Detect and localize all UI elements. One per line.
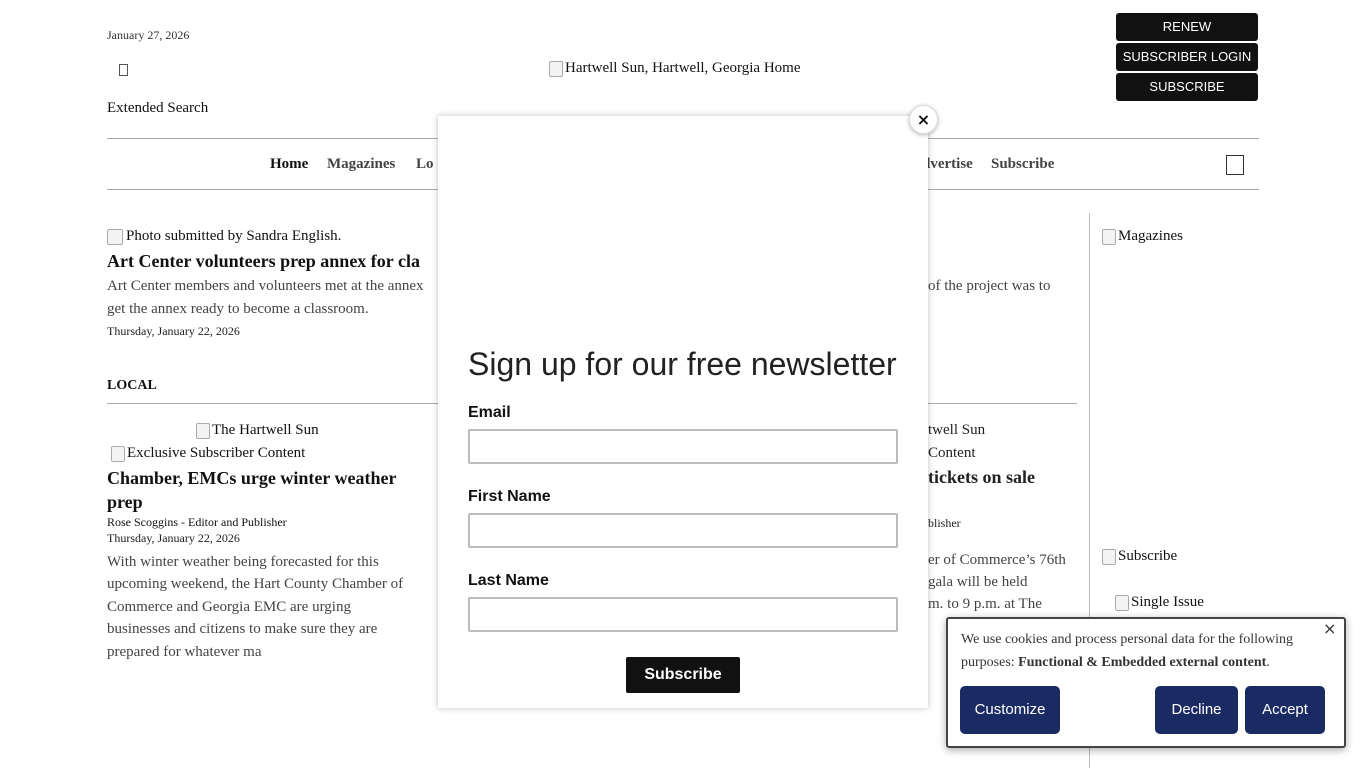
magazines-alt-text: Magazines — [1118, 228, 1183, 244]
featured-summary-line1: Art Center members and volunteers met at… — [107, 278, 424, 294]
article-image-alt: The Hartwell Sun — [212, 422, 319, 438]
section-label-local[interactable]: LOCAL — [107, 378, 157, 394]
menu-icon[interactable] — [119, 64, 128, 76]
article2-summary-line2: gala will be held — [928, 574, 1028, 590]
article-headline[interactable]: Chamber, EMCs urge winter weather prep — [107, 466, 397, 514]
logo-alt-text: Hartwell Sun, Hartwell, Georgia Home — [565, 60, 801, 76]
renew-button[interactable]: RENEW — [1116, 13, 1258, 41]
cookie-banner: We use cookies and process personal data… — [946, 617, 1346, 748]
close-icon[interactable]: × — [909, 105, 938, 134]
last-name-field[interactable] — [468, 597, 898, 632]
subscribe-button[interactable]: SUBSCRIBE — [1116, 73, 1258, 101]
featured-summary-line2: get the annex ready to become a classroo… — [107, 301, 369, 317]
article2-visible-fragment: twell Sun Content tickets on sale blishe… — [928, 418, 1078, 613]
newsletter-modal: Sign up for our free newsletter Email Fi… — [438, 116, 928, 708]
modal-title: Sign up for our free newsletter — [468, 346, 897, 382]
nav-advertise[interactable]: dvertise — [922, 156, 973, 173]
featured-headline[interactable]: Art Center volunteers prep annex for cla — [107, 251, 420, 272]
close-icon[interactable]: × — [1323, 619, 1336, 638]
featured-photo[interactable]: Photo submitted by Sandra English. — [107, 228, 341, 245]
subscriber-login-button[interactable]: SUBSCRIBER LOGIN — [1116, 43, 1258, 71]
sidebar-subscribe-image[interactable]: Subscribe — [1102, 548, 1177, 565]
broken-image-icon — [1102, 548, 1116, 565]
accept-button[interactable]: Accept — [1245, 686, 1325, 734]
cookie-text-suffix: . — [1266, 655, 1270, 670]
article2-headline[interactable]: tickets on sale — [928, 467, 1035, 488]
broken-image-icon — [107, 228, 123, 245]
broken-image-icon — [549, 60, 563, 77]
featured-date: Thursday, January 22, 2026 — [107, 324, 240, 338]
article2-image-alt[interactable]: twell Sun — [928, 422, 985, 439]
article2-badge-alt: Content — [928, 445, 976, 461]
decline-button[interactable]: Decline — [1155, 686, 1238, 734]
header-date: January 27, 2026 — [107, 28, 190, 42]
extended-search-link[interactable]: Extended Search — [107, 100, 208, 117]
badge-alt-text: Exclusive Subscriber Content — [127, 445, 306, 461]
broken-image-icon — [196, 422, 210, 439]
nav-local[interactable]: Lo — [416, 156, 434, 173]
article-image[interactable]: The Hartwell Sun — [196, 422, 319, 439]
sidebar-single-issue-image[interactable]: Single Issue — [1115, 594, 1204, 611]
site-logo[interactable]: Hartwell Sun, Hartwell, Georgia Home — [549, 60, 801, 77]
article-summary: With winter weather being forecasted for… — [107, 554, 404, 660]
cookie-purposes: Functional & Embedded external content — [1018, 655, 1267, 670]
article2-author: blisher — [928, 516, 961, 530]
article-author: Rose Scoggins - Editor and Publisher — [107, 515, 287, 529]
sidebar-magazines-image[interactable]: Magazines — [1102, 228, 1183, 245]
nav-magazines[interactable]: Magazines — [327, 156, 395, 173]
subscriber-content-badge: Exclusive Subscriber Content — [111, 445, 305, 462]
subscribe-alt-text: Subscribe — [1118, 548, 1178, 564]
article-date: Thursday, January 22, 2026 — [107, 531, 240, 545]
photo-caption: Photo submitted by Sandra English. — [126, 228, 342, 244]
first-name-label: First Name — [468, 488, 551, 505]
last-name-label: Last Name — [468, 572, 549, 589]
email-field[interactable] — [468, 429, 898, 464]
nav-subscribe[interactable]: Subscribe — [991, 156, 1054, 173]
customize-button[interactable]: Customize — [960, 686, 1060, 734]
article2-summary-line1: er of Commerce’s 76th — [928, 552, 1066, 568]
article2-summary-line3: m. to 9 p.m. at The — [928, 596, 1042, 612]
broken-image-icon — [1102, 228, 1116, 245]
single-issue-alt-text: Single Issue — [1131, 594, 1204, 610]
account-buttons: RENEW SUBSCRIBER LOGIN SUBSCRIBE — [1116, 13, 1258, 103]
featured-summary-right: of the project was to — [928, 278, 1051, 294]
search-icon[interactable] — [1226, 155, 1244, 175]
cookie-text: We use cookies and process personal data… — [961, 628, 1326, 674]
newsletter-subscribe-button[interactable]: Subscribe — [626, 657, 740, 693]
email-label: Email — [468, 404, 511, 421]
broken-image-icon — [111, 445, 125, 462]
nav-home[interactable]: Home — [270, 156, 308, 173]
first-name-field[interactable] — [468, 513, 898, 548]
broken-image-icon — [1115, 594, 1129, 611]
